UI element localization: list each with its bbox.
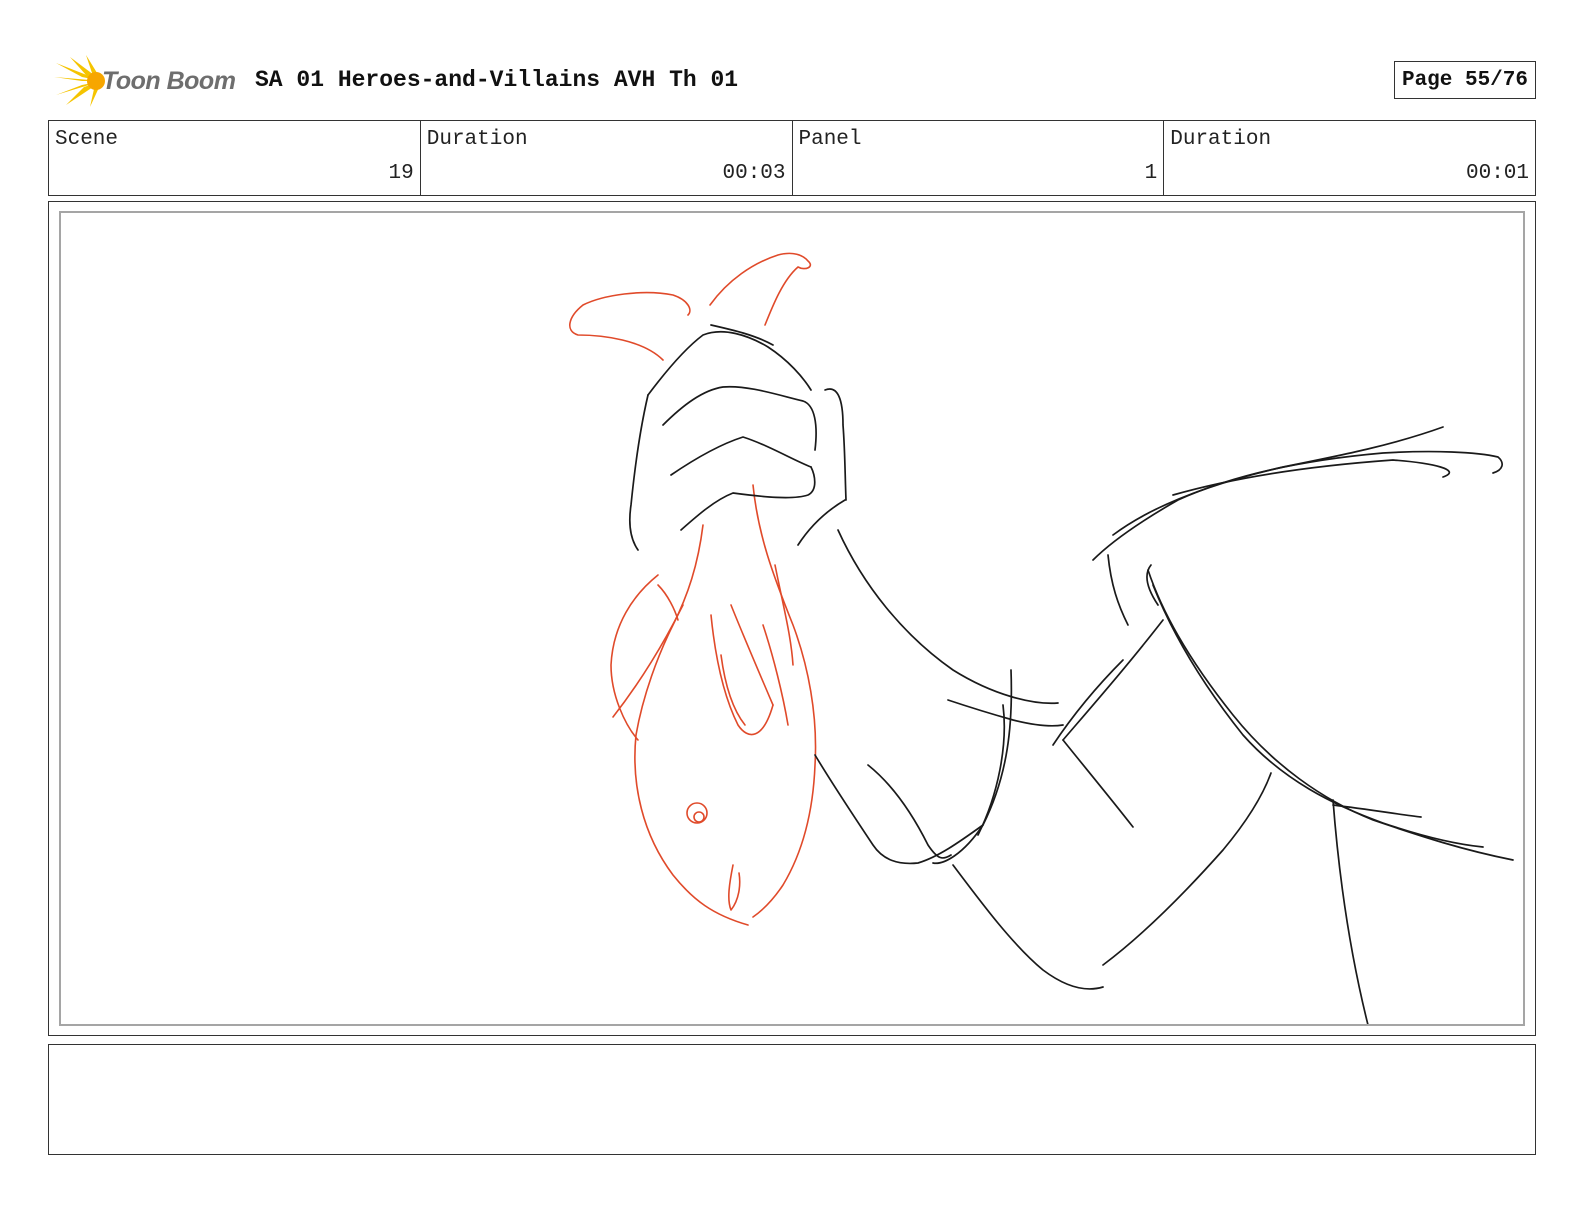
- panel-notes-box: [48, 1044, 1536, 1155]
- scene-cell: Scene 19: [49, 121, 421, 195]
- panel-duration-label: Duration: [1170, 128, 1272, 151]
- toon-boom-logo: Toon Boom: [52, 55, 242, 107]
- storyboard-panel-image: [59, 211, 1525, 1026]
- scene-value: 19: [388, 162, 414, 185]
- arm-and-hand-sketch: [628, 324, 1514, 1024]
- logo-wordmark: Toon Boom: [102, 66, 236, 95]
- scene-duration-value: 00:03: [722, 162, 786, 185]
- document-title: SA 01 Heroes-and-Villains AVH Th 01: [255, 67, 739, 93]
- panel-label: Panel: [798, 128, 862, 151]
- scene-duration-label: Duration: [426, 128, 528, 151]
- page-number: Page 55/76: [1393, 61, 1536, 99]
- starburst-logo-icon: [54, 55, 105, 107]
- scene-label: Scene: [55, 128, 119, 151]
- page-header: Toon Boom SA 01 Heroes-and-Villains AVH …: [50, 55, 1536, 107]
- panel-duration-cell: Duration 00:01: [1164, 121, 1535, 195]
- storyboard-panel-frame: [48, 201, 1536, 1036]
- panel-duration-value: 00:01: [1465, 162, 1529, 185]
- info-table: Scene 19 Duration 00:03 Panel 1 Duration…: [48, 120, 1536, 196]
- panel-cell: Panel 1: [793, 121, 1165, 195]
- panel-value: 1: [1144, 162, 1158, 185]
- sketch-drawing: [569, 252, 1514, 1024]
- scene-duration-cell: Duration 00:03: [421, 121, 793, 195]
